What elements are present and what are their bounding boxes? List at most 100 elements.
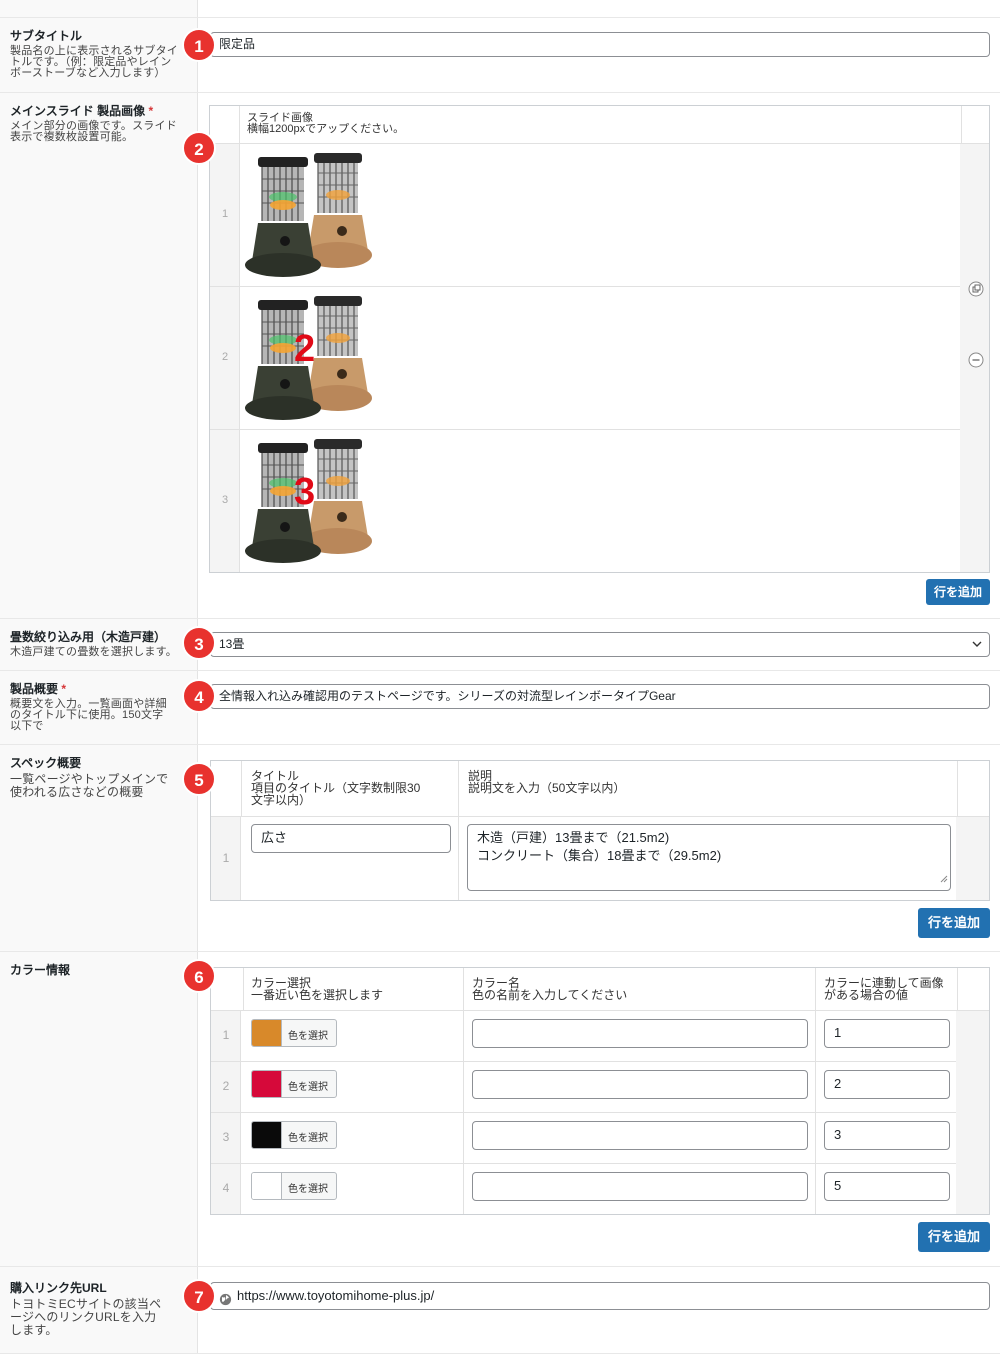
column-header: 説明 説明文を入力（50文字以内） <box>468 770 625 794</box>
field-color: カラー情報 6 カラー選択 一番近い色を選択します カラー名 色の名前を入力して… <box>0 951 1000 1266</box>
color-picker-button[interactable]: 色を選択 <box>251 1172 337 1200</box>
color-picker-label: 色を選択 <box>288 1133 328 1144</box>
field-desc: トヨトミECサイトの該当ペ ージへのリンクURLを入力 します。 <box>10 1298 190 1337</box>
field-title: 購入リンク先URL <box>10 1281 107 1295</box>
chevron-down-icon <box>971 633 983 664</box>
color-picker-label: 色を選択 <box>288 1184 328 1195</box>
row-number: 2 <box>221 351 229 363</box>
row-number: 4 <box>222 1181 230 1195</box>
overview-input[interactable]: 全情報入れ込み確認用のテストページです。シリーズの対流型レインボータイプGear <box>210 684 990 709</box>
row-actions-column <box>956 816 989 900</box>
color-value-input[interactable]: 3 <box>824 1121 950 1150</box>
desc-line: ボーストーブなど入力します） <box>10 67 166 79</box>
column-header: カラー名 色の名前を入力してください <box>472 977 627 1001</box>
field-spec: スペック概要 一覧ページやトップメインで 使われる広さなどの概要 5 タイトル … <box>0 744 1000 951</box>
color-name-input[interactable] <box>472 1172 808 1201</box>
required-mark: * <box>148 104 154 118</box>
tatami-select[interactable]: 13畳 <box>210 632 990 657</box>
column-desc: がある場合の値 <box>824 988 909 1002</box>
row-number: 2 <box>222 1079 230 1093</box>
slide-image[interactable]: 2 <box>244 292 374 422</box>
color-value-input[interactable]: 2 <box>824 1070 950 1099</box>
select-value: 13畳 <box>219 637 245 651</box>
column-desc: 説明文を入力（50文字以内） <box>468 781 626 795</box>
column-desc: 横幅1200pxでアップください。 <box>247 123 405 135</box>
desc-line: 以下で <box>10 720 44 732</box>
field-title: 製品概要 * <box>10 682 190 696</box>
url-value: https://www.toyotomihome-plus.jp/ <box>237 1288 435 1303</box>
slide-image[interactable] <box>244 149 374 279</box>
column-header: スライド画像 横幅1200pxでアップください。 <box>247 113 404 135</box>
field-label: 畳数絞り込み用（木造戸建） 木造戸建ての畳数を選択します。 <box>10 630 190 658</box>
color-name-input[interactable] <box>472 1121 808 1150</box>
duplicate-row-icon[interactable] <box>968 281 984 297</box>
field-main-slide: メインスライド 製品画像 * メイン部分の画像です。スライド 表示で複数枚設置可… <box>0 92 1000 618</box>
textarea-line: 木造（戸建）13畳まで（21.5m2) <box>477 830 670 845</box>
spec-desc-textarea[interactable]: 木造（戸建）13畳まで（21.5m2) コンクリート（集合）18畳まで（29.5… <box>467 824 951 891</box>
column-header: カラー選択 一番近い色を選択します <box>251 977 383 1001</box>
color-picker-label: 色を選択 <box>288 1031 328 1042</box>
desc-line: 一覧ページやトップメインで <box>10 772 169 786</box>
desc-line: 表示で複数枚設置可能。 <box>10 131 134 143</box>
add-row-button[interactable]: 行を追加 <box>918 908 990 938</box>
add-row-button[interactable]: 行を追加 <box>926 579 990 605</box>
slide-repeater-table: スライド画像 横幅1200pxでアップください。 1 2 2 3 3 <box>209 105 990 573</box>
globe-icon <box>219 1289 232 1315</box>
field-desc: 木造戸建ての畳数を選択します。 <box>10 646 177 658</box>
desc-line: します。 <box>10 1323 58 1337</box>
row-number: 3 <box>222 1130 230 1144</box>
color-name-input[interactable] <box>472 1019 808 1048</box>
callout-badge: 1 <box>182 28 216 62</box>
field-title: スペック概要 <box>10 756 82 770</box>
field-desc: メイン部分の画像です。スライド 表示で複数枚設置可能。 <box>10 121 190 143</box>
field-label: カラー情報 <box>10 963 190 977</box>
heater-tan <box>304 153 372 268</box>
field-desc: 製品名の上に表示されるサブタイ トルです。（例：限定品やレイン ボーストーブなど… <box>10 46 190 79</box>
title-text: メインスライド 製品画像 <box>10 104 146 118</box>
color-value-input[interactable]: 1 <box>824 1019 950 1048</box>
field-tatami: 畳数絞り込み用（木造戸建） 木造戸建ての畳数を選択します。 3 13畳 <box>0 618 1000 670</box>
callout-badge: 7 <box>182 1279 216 1313</box>
field-label: 製品概要 * 概要文を入力。一覧画面や詳細 のタイトル下に使用。150文字 以下… <box>10 682 190 732</box>
field-subtitle: サブタイトル 製品名の上に表示されるサブタイ トルです。（例：限定品やレイン ボ… <box>0 17 1000 92</box>
color-picker-button[interactable]: 色を選択 <box>251 1019 337 1047</box>
textarea-line: コンクリート（集合）18畳まで（29.5m2) <box>477 848 722 863</box>
callout-badge: 6 <box>182 959 216 993</box>
color-name-input[interactable] <box>472 1070 808 1099</box>
field-label: 購入リンク先URL トヨトミECサイトの該当ペ ージへのリンクURLを入力 しま… <box>10 1281 190 1337</box>
field-label: スペック概要 一覧ページやトップメインで 使われる広さなどの概要 <box>10 756 190 799</box>
resize-handle-icon[interactable] <box>940 870 948 888</box>
remove-row-icon[interactable] <box>968 352 984 368</box>
add-row-button[interactable]: 行を追加 <box>918 1222 990 1252</box>
color-picker-button[interactable]: 色を選択 <box>251 1070 337 1098</box>
field-title: カラー情報 <box>10 963 71 977</box>
color-picker-button[interactable]: 色を選択 <box>251 1121 337 1149</box>
field-title: 畳数絞り込み用（木造戸建） <box>10 630 167 644</box>
callout-badge: 2 <box>182 131 216 165</box>
required-mark: * <box>61 682 67 696</box>
heater-green <box>245 157 321 277</box>
subtitle-input[interactable]: 限定品 <box>210 32 990 57</box>
field-desc: 一覧ページやトップメインで 使われる広さなどの概要 <box>10 773 190 799</box>
color-swatch <box>252 1071 282 1097</box>
field-purchase-url: 購入リンク先URL トヨトミECサイトの該当ペ ージへのリンクURLを入力 しま… <box>0 1266 1000 1354</box>
row-number: 1 <box>222 851 230 865</box>
color-value-input[interactable]: 5 <box>824 1172 950 1201</box>
row-number: 1 <box>221 208 229 220</box>
row-number: 3 <box>221 494 229 506</box>
color-swatch <box>252 1122 282 1148</box>
row-number: 1 <box>222 1028 230 1042</box>
image-overlay-number: 2 <box>294 328 316 370</box>
color-swatch <box>252 1020 282 1046</box>
spec-title-input[interactable]: 広さ <box>251 824 451 853</box>
row-actions-column <box>956 1010 989 1214</box>
column-desc: 一番近い色を選択します <box>251 988 384 1002</box>
field-label: サブタイトル 製品名の上に表示されるサブタイ トルです。（例：限定品やレイン ボ… <box>10 29 190 79</box>
column-header: タイトル 項目のタイトル（文字数制限30 文字以内） <box>251 770 420 806</box>
slide-image[interactable]: 3 <box>244 435 374 565</box>
field-title: メインスライド 製品画像 * <box>10 104 190 118</box>
purchase-url-input[interactable]: https://www.toyotomihome-plus.jp/ <box>210 1282 990 1310</box>
callout-badge: 5 <box>182 762 216 796</box>
field-overview: 製品概要 * 概要文を入力。一覧画面や詳細 のタイトル下に使用。150文字 以下… <box>0 670 1000 744</box>
color-swatch <box>252 1173 282 1199</box>
